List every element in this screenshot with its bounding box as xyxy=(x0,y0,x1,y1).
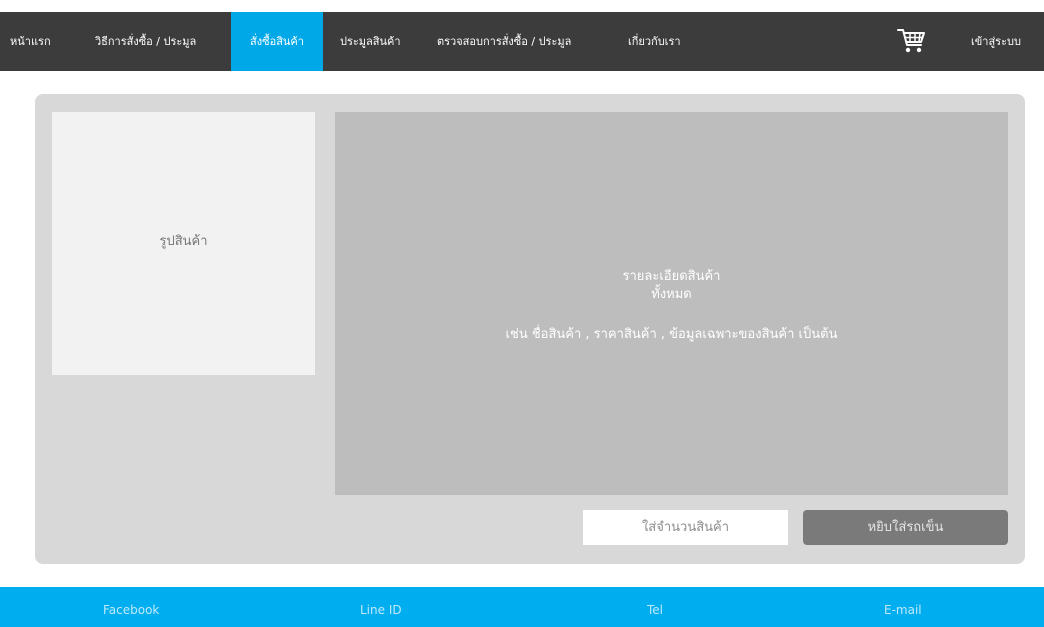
product-image-placeholder: รูปสินค้า xyxy=(52,112,315,375)
nav-item-about-us[interactable]: เกี่ยวกับเรา xyxy=(628,12,681,71)
footer-tel-link[interactable]: Tel xyxy=(647,587,663,627)
top-navigation-bar: หน้าแรก วิธีการสั่งซื้อ / ประมูล สั่งซื้… xyxy=(0,12,1044,71)
nav-item-check-orders[interactable]: ตรวจสอบการสั่งซื้อ / ประมูล xyxy=(437,12,571,71)
shopping-cart-icon[interactable] xyxy=(896,26,926,56)
product-image-label: รูปสินค้า xyxy=(159,234,208,249)
footer-email-link[interactable]: E-mail xyxy=(884,587,922,627)
product-detail-example: เช่น ชื่อสินค้า , ราคาสินค้า , ข้อมูลเฉพ… xyxy=(505,327,838,342)
page: หน้าแรก วิธีการสั่งซื้อ / ประมูล สั่งซื้… xyxy=(0,0,1044,627)
footer-facebook-link[interactable]: Facebook xyxy=(103,587,159,627)
product-detail-box: รายละเอียดสินค้า ทั้งหมด เช่น ชื่อสินค้า… xyxy=(335,112,1008,495)
nav-item-how-to-order[interactable]: วิธีการสั่งซื้อ / ประมูล xyxy=(95,12,196,71)
quantity-input[interactable] xyxy=(583,510,788,545)
add-to-cart-button[interactable]: หยิบใส่รถเข็น xyxy=(803,510,1008,545)
nav-item-auction-products[interactable]: ประมูลสินค้า xyxy=(340,12,401,71)
footer-line-id-link[interactable]: Line ID xyxy=(360,587,402,627)
product-detail-subtitle: ทั้งหมด xyxy=(651,287,692,302)
nav-item-order-products[interactable]: สั่งซื้อสินค้า xyxy=(231,12,323,71)
login-link[interactable]: เข้าสู่ระบบ xyxy=(971,12,1021,71)
nav-item-home[interactable]: หน้าแรก xyxy=(10,12,51,71)
footer-bar: Facebook Line ID Tel E-mail xyxy=(0,587,1044,627)
